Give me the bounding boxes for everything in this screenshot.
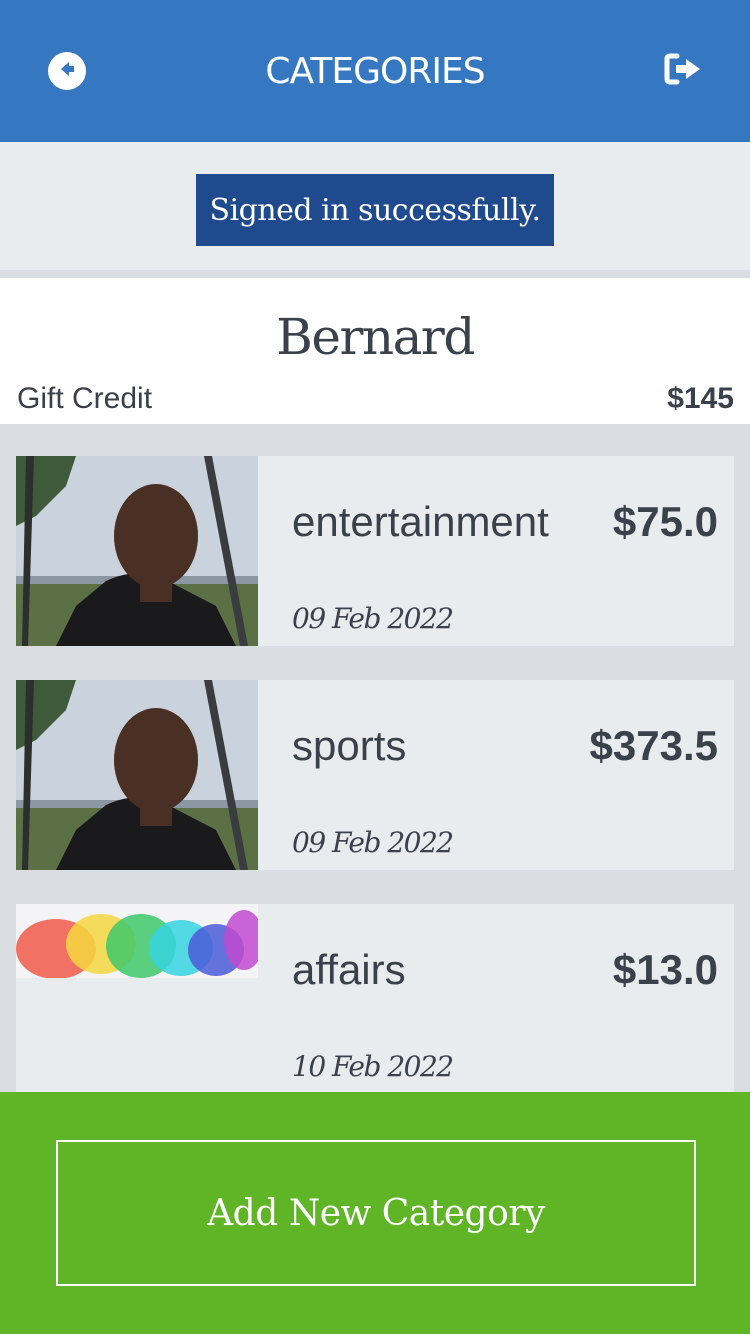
category-card[interactable]: entertainment $75.0 09 Feb 2022 — [16, 456, 734, 646]
category-card[interactable]: sports $373.5 09 Feb 2022 — [16, 680, 734, 870]
category-image — [16, 904, 258, 978]
category-amount: $373.5 — [589, 722, 718, 769]
add-category-button[interactable]: Add New Category — [56, 1140, 696, 1286]
category-image — [16, 456, 258, 646]
sign-out-icon — [664, 52, 704, 90]
category-date: 09 Feb 2022 — [292, 826, 454, 859]
user-name: Bernard — [276, 308, 475, 366]
category-amount: $13.0 — [612, 946, 718, 993]
category-date: 10 Feb 2022 — [292, 1050, 454, 1083]
gift-credit-label: Gift Credit — [17, 382, 153, 415]
flash-message: Signed in successfully. — [196, 174, 554, 246]
logout-button[interactable] — [664, 52, 704, 90]
flash-area: Signed in successfully. — [0, 142, 750, 270]
footer-bar: Add New Category — [0, 1092, 750, 1334]
back-button[interactable] — [48, 52, 86, 90]
category-name: sports — [292, 722, 407, 769]
category-image — [16, 680, 258, 870]
category-list: entertainment $75.0 09 Feb 2022 sports $… — [0, 432, 750, 1092]
category-name: entertainment — [292, 498, 549, 545]
user-card: Bernard Gift Credit $145 — [0, 278, 750, 424]
arrow-left-circle-icon — [55, 57, 79, 85]
page-title: CATEGORIES — [265, 50, 485, 92]
category-date: 09 Feb 2022 — [292, 602, 454, 635]
category-card[interactable]: affairs $13.0 10 Feb 2022 — [16, 904, 734, 1092]
category-amount: $75.0 — [612, 498, 718, 545]
app-header: CATEGORIES — [0, 0, 750, 142]
gift-credit-value: $145 — [667, 382, 734, 415]
category-name: affairs — [292, 946, 406, 993]
